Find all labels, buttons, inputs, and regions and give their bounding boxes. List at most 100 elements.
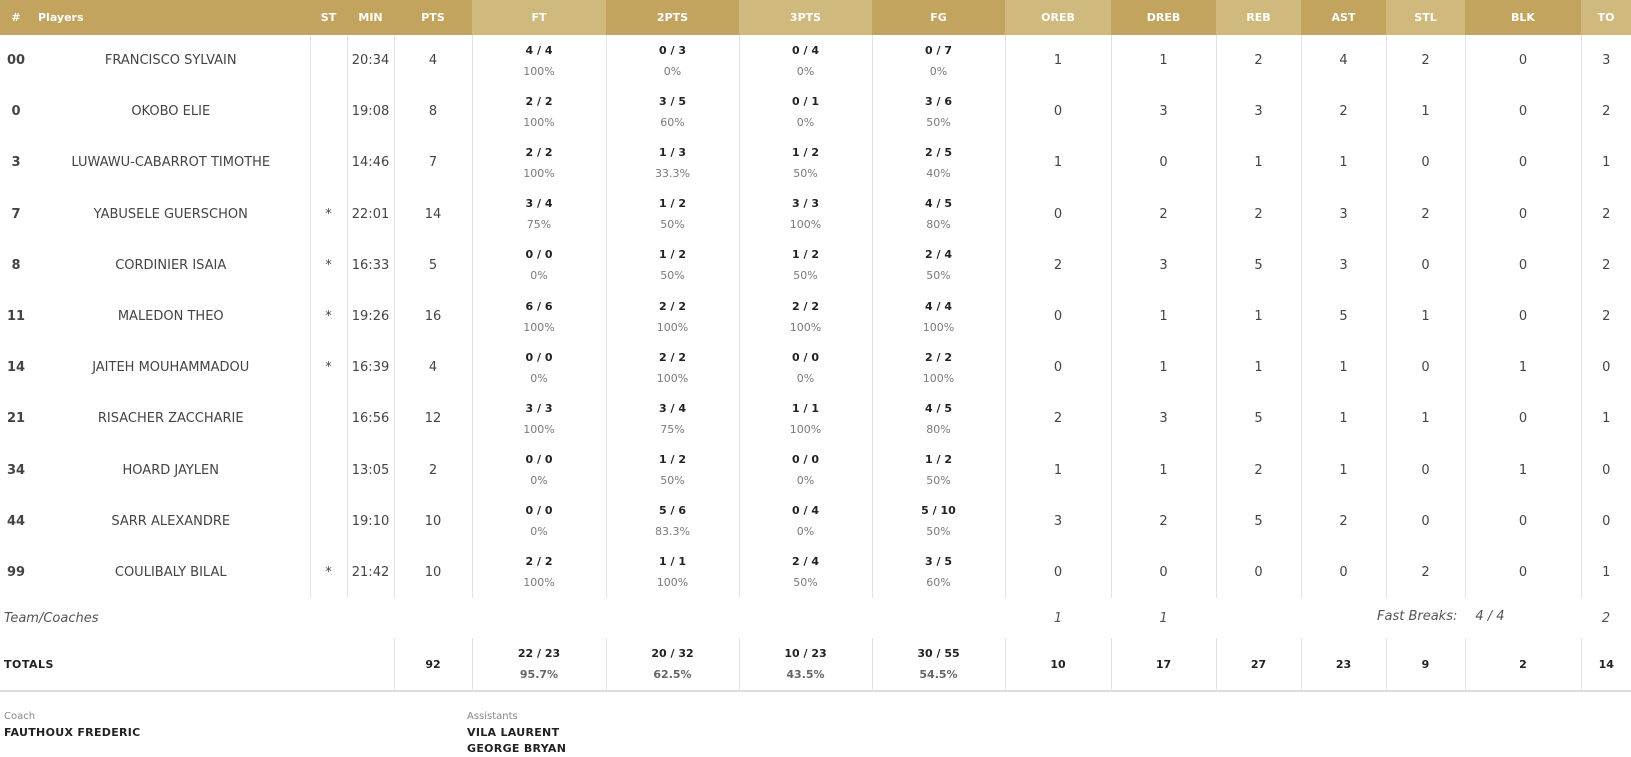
cell-min: 16:33 xyxy=(347,239,395,291)
cell-ast: 2 xyxy=(1300,86,1386,138)
cell-three: 1 / 2 50% xyxy=(738,239,872,291)
cell-ft: 3 / 3 100% xyxy=(471,393,606,445)
player-row[interactable]: 8 CORDINIER ISAIA * 16:33 5 0 / 0 0% 1 / 2 50% 1 … xyxy=(0,239,1631,291)
cell-three: 1 / 1 100% xyxy=(738,393,872,445)
cell-reb: 2 xyxy=(1215,188,1301,240)
cell-pts: 2 xyxy=(428,462,438,478)
cell-blk: 0 xyxy=(1464,35,1581,87)
cell-stl: 1 xyxy=(1385,290,1465,343)
col-header-ast[interactable]: AST xyxy=(1301,0,1386,35)
cell-to: 0 xyxy=(1580,342,1631,394)
player-row[interactable]: 0 OKOBO ELIE 19:08 8 2 / 2 100% 3 / 5 60% 0 / 10… xyxy=(0,86,1631,138)
player-name-link[interactable]: SARR ALEXANDRE xyxy=(32,495,311,547)
cell-oreb: 2 xyxy=(1004,239,1111,291)
col-header-num[interactable]: # xyxy=(0,0,32,35)
col-header-fg[interactable]: FG xyxy=(872,0,1005,35)
cell-fg: 1 / 2 50% xyxy=(871,444,1005,496)
player-row[interactable]: 11 MALEDON THEO * 19:26 16 6 / 6 100% 2 / 2 100%… xyxy=(0,290,1631,343)
cell-dreb: 0 xyxy=(1110,546,1216,599)
player-name-link[interactable]: FRANCISCO SYLVAIN xyxy=(32,35,311,87)
cell-ft: 3 / 4 75% xyxy=(471,188,606,240)
cell-starter: * xyxy=(310,342,348,394)
col-header-st[interactable]: ST xyxy=(310,0,347,35)
cell-blk: 1 xyxy=(1464,342,1581,394)
col-header-stl[interactable]: STL xyxy=(1386,0,1465,35)
cell-two: 1 / 2 50% xyxy=(605,239,739,291)
cell-dreb: 1 xyxy=(1110,342,1216,394)
player-name-link[interactable]: CORDINIER ISAIA xyxy=(32,239,311,291)
cell-reb: 3 xyxy=(1215,86,1301,138)
col-header-reb[interactable]: REB xyxy=(1216,0,1301,35)
player-name-link[interactable]: HOARD JAYLEN xyxy=(32,444,311,496)
cell-starter: * xyxy=(310,290,348,343)
boxscore-table: # Players ST MIN PTS FT 2PTS 3PTS FG ORE… xyxy=(0,0,1631,693)
player-name-link[interactable]: RISACHER ZACCHARIE xyxy=(32,393,311,445)
player-name-link[interactable]: OKOBO ELIE xyxy=(32,86,311,138)
player-row[interactable]: 34 HOARD JAYLEN 13:05 2 0 / 0 0% 1 / 2 50% 0 / 0… xyxy=(0,444,1631,496)
col-header-2pts[interactable]: 2PTS xyxy=(606,0,739,35)
assistants-caption: Assistants xyxy=(467,711,518,722)
col-header-pts[interactable]: PTS xyxy=(394,0,472,35)
player-row[interactable]: 21 RISACHER ZACCHARIE 16:56 12 3 / 3 100% 3 / … xyxy=(0,393,1631,445)
cell-starter xyxy=(310,444,348,496)
player-name-link[interactable]: LUWAWU-CABARROT TIMOTHE xyxy=(32,137,311,189)
cell-two: 3 / 4 75% xyxy=(605,393,739,445)
cell-pts: 10 xyxy=(424,513,442,529)
col-header-oreb[interactable]: OREB xyxy=(1005,0,1111,35)
cell-oreb: 0 xyxy=(1004,546,1111,599)
cell-blk: 0 xyxy=(1464,393,1581,445)
player-name-link[interactable]: YABUSELE GUERSCHON xyxy=(32,188,311,240)
cell-fg: 4 / 5 80% xyxy=(871,188,1005,240)
cell-pts: 8 xyxy=(428,104,438,120)
cell-two: 5 / 6 83.3% xyxy=(605,495,739,547)
cell-ft: 0 / 0 0% xyxy=(471,342,606,394)
cell-ast: 3 xyxy=(1300,188,1386,240)
cell-pts: 12 xyxy=(424,411,442,427)
col-header-3pts[interactable]: 3PTS xyxy=(739,0,872,35)
cell-dreb: 0 xyxy=(1110,137,1216,189)
cell-ast: 5 xyxy=(1300,290,1386,343)
cell-stl: 1 xyxy=(1385,393,1465,445)
player-row[interactable]: 3 LUWAWU-CABARROT TIMOTHE 14:46 7 2 / 2 100% 1… xyxy=(0,137,1631,189)
cell-blk: 1 xyxy=(1464,444,1581,496)
cell-num: 11 xyxy=(6,309,26,325)
col-header-dreb[interactable]: DREB xyxy=(1111,0,1216,35)
cell-two: 2 / 2 100% xyxy=(605,342,739,394)
col-header-players[interactable]: Players xyxy=(32,0,310,35)
cell-min: 19:26 xyxy=(347,290,395,343)
cell-three: 1 / 2 50% xyxy=(738,137,872,189)
cell-oreb: 1 xyxy=(1004,35,1111,87)
col-header-ft[interactable]: FT xyxy=(472,0,606,35)
player-name-link[interactable]: COULIBALY BILAL xyxy=(32,546,311,599)
cell-dreb: 3 xyxy=(1110,86,1216,138)
totals-label: TOTALS xyxy=(0,638,394,693)
col-header-blk[interactable]: BLK xyxy=(1465,0,1581,35)
cell-starter xyxy=(310,393,348,445)
cell-to: 0 xyxy=(1580,495,1631,547)
player-row[interactable]: 99 COULIBALY BILAL * 21:42 10 2 / 2 100% 1 / 11… xyxy=(0,546,1631,599)
col-header-min[interactable]: MIN xyxy=(347,0,394,35)
player-name-link[interactable]: MALEDON THEO xyxy=(32,290,311,343)
player-row[interactable]: 00 FRANCISCO SYLVAIN 20:34 4 4 / 4 100% 0 / 30… xyxy=(0,35,1631,87)
cell-ast: 1 xyxy=(1300,137,1386,189)
col-header-to[interactable]: TO xyxy=(1581,0,1631,35)
totals-fg: 30 / 55 54.5% xyxy=(871,638,1005,693)
player-row[interactable]: 7 YABUSELE GUERSCHON * 22:01 14 3 / 4 75% 1 / 2… xyxy=(0,188,1631,240)
player-row[interactable]: 14 JAITEH MOUHAMMADOU * 16:39 4 0 / 0 0% 2 / 21… xyxy=(0,342,1631,394)
cell-num: 7 xyxy=(11,206,21,222)
cell-ft: 2 / 2 100% xyxy=(471,86,606,138)
player-name-link[interactable]: JAITEH MOUHAMMADOU xyxy=(32,342,311,394)
cell-ast: 1 xyxy=(1300,444,1386,496)
cell-num: 99 xyxy=(6,564,26,580)
player-row[interactable]: 44 SARR ALEXANDRE 19:10 10 0 / 0 0% 5 / 6 83.3%… xyxy=(0,495,1631,547)
cell-starter xyxy=(310,495,348,547)
cell-min: 14:46 xyxy=(347,137,395,189)
coach-caption: Coach xyxy=(4,711,36,722)
cell-dreb: 3 xyxy=(1110,239,1216,291)
cell-num: 3 xyxy=(11,155,21,171)
cell-two: 2 / 2 100% xyxy=(605,290,739,343)
coach-block: Coach FAUTHOUX FREDERIC xyxy=(4,711,141,741)
cell-two: 0 / 3 0% xyxy=(605,35,739,87)
totals-reb: 27 xyxy=(1215,638,1301,693)
cell-two: 1 / 3 33.3% xyxy=(605,137,739,189)
